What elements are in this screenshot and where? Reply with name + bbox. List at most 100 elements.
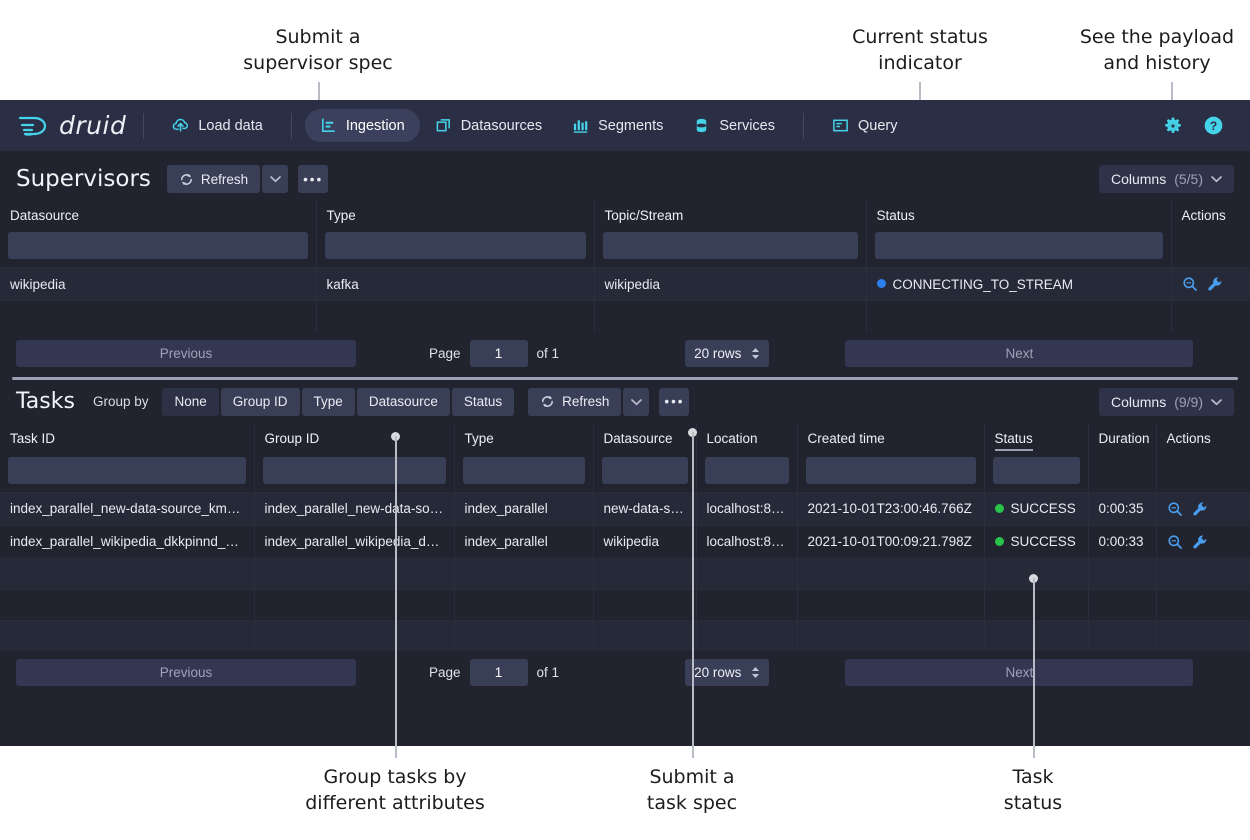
tasks-filter-location[interactable]: [705, 457, 789, 484]
supervisors-filter-type[interactable]: [325, 232, 586, 259]
supervisors-next-button[interactable]: Next: [845, 340, 1193, 367]
nav-label-segments: Segments: [598, 118, 663, 134]
tasks-filter-group-id[interactable]: [263, 457, 446, 484]
tasks-more-button[interactable]: •••: [659, 388, 689, 416]
magnifier-icon[interactable]: [1167, 501, 1183, 517]
magnifier-icon[interactable]: [1182, 276, 1198, 292]
tasks-refresh-button[interactable]: Refresh: [528, 388, 621, 416]
group-by-none-button[interactable]: None: [162, 388, 218, 416]
tasks-previous-button[interactable]: Previous: [16, 659, 356, 686]
druid-logo[interactable]: druid: [16, 111, 126, 140]
group-by-status-button[interactable]: Status: [452, 388, 514, 416]
task-group-id[interactable]: index_parallel_new-data-sour…: [254, 492, 454, 525]
tasks-page-input[interactable]: 1: [470, 659, 528, 686]
empty-cell: [316, 301, 594, 332]
nav-item-ingestion[interactable]: Ingestion: [305, 109, 420, 142]
tasks-refresh-label: Refresh: [562, 394, 609, 409]
tasks-filter-status[interactable]: [993, 457, 1080, 484]
tasks-col-status[interactable]: Status: [984, 424, 1088, 457]
tasks-filter-type[interactable]: [463, 457, 585, 484]
empty-cell: [984, 589, 1088, 620]
wrench-icon[interactable]: [1192, 534, 1208, 550]
supervisors-title: Supervisors: [16, 166, 151, 192]
empty-cell: [594, 301, 866, 332]
leader-line-submit-task-spec: [692, 432, 694, 758]
wrench-icon[interactable]: [1207, 276, 1223, 292]
task-group-id[interactable]: index_parallel_wikipedia_dkk…: [254, 525, 454, 558]
tasks-columns-count: (9/9): [1174, 394, 1203, 410]
tasks-filter-datasource[interactable]: [602, 457, 688, 484]
tasks-col-location[interactable]: Location: [696, 424, 797, 457]
empty-cell: [0, 620, 254, 651]
supervisor-datasource: wikipedia: [0, 268, 316, 301]
supervisors-columns-button[interactable]: Columns (5/5): [1099, 165, 1234, 193]
nav-item-load-data[interactable]: Load data: [157, 109, 278, 142]
supervisors-refresh-button[interactable]: Refresh: [167, 165, 260, 193]
supervisors-refresh-caret[interactable]: [262, 165, 288, 193]
supervisors-col-datasource[interactable]: Datasource: [0, 201, 316, 232]
supervisors-more-button[interactable]: •••: [298, 165, 328, 193]
nav-item-query[interactable]: Query: [817, 109, 913, 142]
supervisors-page-input[interactable]: 1: [470, 340, 528, 367]
magnifier-icon[interactable]: [1167, 534, 1183, 550]
task-type[interactable]: index_parallel: [454, 492, 593, 525]
tasks-page-controls: Page 1 of 1: [429, 659, 559, 686]
nav-item-segments[interactable]: Segments: [557, 109, 678, 142]
tasks-next-button[interactable]: Next: [845, 659, 1193, 686]
tasks-col-type[interactable]: Type: [454, 424, 593, 457]
group-by-group-id-button[interactable]: Group ID: [221, 388, 300, 416]
supervisors-col-type[interactable]: Type: [316, 201, 594, 232]
empty-cell: [696, 589, 797, 620]
task-datasource[interactable]: wikipedia: [593, 525, 696, 558]
tasks-empty-row: [0, 558, 1250, 589]
callout-task-status: Task status: [953, 764, 1113, 816]
supervisors-filter-status-cell: [866, 232, 1171, 268]
tasks-col-task-id[interactable]: Task ID: [0, 424, 254, 457]
supervisors-filter-status[interactable]: [875, 232, 1163, 259]
supervisors-filter-datasource[interactable]: [8, 232, 308, 259]
tasks-columns-button[interactable]: Columns (9/9): [1099, 388, 1234, 416]
supervisors-filter-topic-cell: [594, 232, 866, 268]
supervisors-col-topic-stream[interactable]: Topic/Stream: [594, 201, 866, 232]
tasks-col-group-id[interactable]: Group ID: [254, 424, 454, 457]
supervisors-previous-button[interactable]: Previous: [16, 340, 356, 367]
tasks-col-datasource[interactable]: Datasource: [593, 424, 696, 457]
task-status-text: SUCCESS: [1011, 534, 1076, 549]
task-created-time: 2021-10-01T00:09:21.798Z: [797, 525, 984, 558]
help-circle-icon[interactable]: ?: [1203, 115, 1224, 136]
updown-arrows-icon: [751, 347, 760, 360]
task-datasource[interactable]: new-data-so…: [593, 492, 696, 525]
tasks-refresh-caret[interactable]: [623, 388, 649, 416]
tasks-col-duration[interactable]: Duration: [1088, 424, 1156, 457]
tasks-filter-created-time[interactable]: [806, 457, 976, 484]
task-status: SUCCESS: [984, 525, 1088, 558]
empty-cell: [254, 620, 454, 651]
empty-cell: [984, 558, 1088, 589]
segments-bars-icon: [572, 117, 589, 134]
task-duration: 0:00:35: [1088, 492, 1156, 525]
task-type[interactable]: index_parallel: [454, 525, 593, 558]
empty-cell: [797, 589, 984, 620]
supervisors-rows-select[interactable]: 20 rows: [685, 340, 769, 367]
supervisor-status: CONNECTING_TO_STREAM: [866, 268, 1171, 301]
tasks-table-row[interactable]: index_parallel_new-data-source_km… index…: [0, 492, 1250, 525]
group-by-datasource-button[interactable]: Datasource: [357, 388, 450, 416]
tasks-filter-task-id[interactable]: [8, 457, 246, 484]
druid-mark-icon: [16, 113, 50, 139]
nav-item-services[interactable]: Services: [678, 109, 790, 142]
task-id: index_parallel_new-data-source_km…: [0, 492, 254, 525]
tasks-rows-select[interactable]: 20 rows: [685, 659, 769, 686]
supervisors-col-status[interactable]: Status: [866, 201, 1171, 232]
wrench-icon[interactable]: [1192, 501, 1208, 517]
supervisors-table-row[interactable]: wikipedia kafka wikipedia CONNECTING_TO_…: [0, 268, 1250, 301]
nav-item-datasources[interactable]: Datasources: [420, 109, 557, 142]
supervisors-filter-topic[interactable]: [603, 232, 858, 259]
tasks-table-row[interactable]: index_parallel_wikipedia_dkkpinnd_… inde…: [0, 525, 1250, 558]
gear-icon[interactable]: [1163, 116, 1183, 136]
group-by-type-button[interactable]: Type: [302, 388, 355, 416]
tasks-filter-task-id-cell: [0, 457, 254, 493]
empty-cell: [1156, 589, 1250, 620]
supervisors-header: Supervisors Refresh ••• Columns (5/5): [0, 157, 1250, 201]
tasks-col-created-time[interactable]: Created time: [797, 424, 984, 457]
supervisors-filter-row: [0, 232, 1250, 268]
